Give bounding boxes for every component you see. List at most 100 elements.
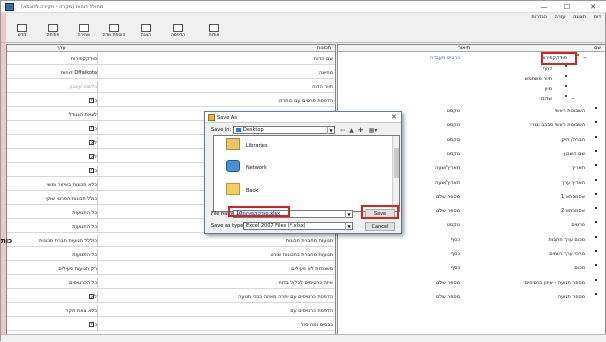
new-folder-icon[interactable]: ✚ xyxy=(357,127,364,134)
tree-field-label: תאריך xyxy=(571,165,585,172)
tree-node[interactable]: מיון xyxy=(492,84,552,94)
property-value[interactable]: כל התנועות xyxy=(9,210,97,216)
property-value[interactable]: כולל תכונות הפרטי שוקי xyxy=(9,196,97,202)
property-value[interactable]: כלשהו עשבון xyxy=(9,84,97,90)
dialog-cancel-button[interactable]: Cancel xyxy=(365,222,395,231)
menu-help[interactable]: עזרה xyxy=(555,13,566,22)
property-row[interactable]: כל הכרטיסים איזה כרטיסים לכלול בדוח xyxy=(7,277,335,289)
property-value[interactable]: לא xyxy=(9,154,97,160)
property-value[interactable]: לא xyxy=(9,140,97,146)
add-field-button[interactable]: הוספת שדה xyxy=(97,22,131,42)
tree-field[interactable]: השבונות ראשי סבבב ונגרי xyxy=(475,120,585,130)
scrollbar-thumb[interactable] xyxy=(394,148,399,178)
about-button[interactable]: אודות xyxy=(197,22,231,42)
save-button[interactable]: שמירה xyxy=(67,22,101,42)
property-row[interactable]: לא הדפסת כרטיסים עם יתרה מאיזה כבכי תנועה xyxy=(7,291,335,303)
tree-field[interactable]: סכום ערך חתבות xyxy=(475,235,585,245)
tree-field[interactable]: סכום xyxy=(475,263,585,273)
tree-node[interactable]: שדות xyxy=(492,94,552,104)
tree-field-label: מרכז ערך רווחים xyxy=(549,251,585,257)
property-key: שם הדוח xyxy=(313,56,333,62)
file-list-scrollbar[interactable] xyxy=(392,136,399,211)
property-row[interactable]: כן בבסיס ומח סזר xyxy=(7,319,335,331)
property-value[interactable]: לא xyxy=(9,294,97,300)
tree-field[interactable]: אסמכתא 2 xyxy=(475,206,585,216)
file-list[interactable]: Libraries Network Back xyxy=(213,135,400,212)
field-icon xyxy=(595,121,597,124)
maximize-button[interactable]: ☐ xyxy=(557,1,577,13)
tree-field[interactable]: תאריך xyxy=(475,163,585,173)
back-label: Back xyxy=(246,188,259,194)
properties-header: תכונות ערך xyxy=(7,45,335,52)
property-value[interactable]: כלא צאת תקר xyxy=(9,308,97,314)
property-row[interactable]: רק תנועות פעילים משנודות לא פעילים xyxy=(7,263,335,275)
tree-field[interactable]: תאריך ערך xyxy=(475,178,585,188)
tree-field-label: סכום xyxy=(574,265,585,272)
property-value[interactable]: כל התנועות xyxy=(9,224,97,230)
list-item-network[interactable]: Network xyxy=(226,160,306,178)
property-value[interactable]: כל הכרטיסים xyxy=(9,280,97,286)
tree-field[interactable]: שם השבון xyxy=(475,149,585,159)
minimize-button[interactable]: — xyxy=(534,1,554,13)
tree-field-label: אסמכתא 1 xyxy=(560,193,585,200)
property-row[interactable]: סודקקפירות שם הדוח xyxy=(7,53,335,65)
back-arrow-icon[interactable]: ⇦ xyxy=(339,127,346,134)
tree-field[interactable]: חברה/ תיק xyxy=(475,135,585,145)
folder-icon xyxy=(226,183,240,195)
tree-field-label: סכום ערך חתבות xyxy=(548,236,585,243)
toolbar: אודות הדפסה הצגה הוספת שדה שמירה פתיחה ח… xyxy=(1,22,606,43)
chevron-down-icon: ▼ xyxy=(345,211,352,218)
property-row[interactable]: כל התנועות תנועות מחברת בתכונות שורט xyxy=(7,249,335,261)
dialog-close-button[interactable]: ✕ xyxy=(391,113,397,121)
property-value[interactable]: כלא תכונות באיזור ומשי xyxy=(9,182,97,188)
up-folder-icon[interactable]: ▲ xyxy=(348,127,355,134)
save-in-label: Save in: xyxy=(211,127,232,133)
tree-field[interactable]: מספר תנועה - איזון כרטיסים xyxy=(475,278,585,288)
tree-field-label: אסמכתא 2 xyxy=(560,208,585,215)
property-value[interactable]: Offaikota דוחות xyxy=(9,70,97,76)
property-row[interactable]: כלא צאת תקר הדפסת כרטיסים עם xyxy=(7,305,335,317)
property-row[interactable]: כוללל תנועות חברת תכונות תנועות מחברת תכו… xyxy=(7,235,335,247)
close-button[interactable]: ✕ xyxy=(583,1,603,13)
save-type-select[interactable]: Excel 2007 Files (*.xlsx) ▼ xyxy=(243,222,353,230)
property-row[interactable]: Offaikota דוחות מחיצה xyxy=(7,67,335,79)
tree-field[interactable]: אסמכתא 1 xyxy=(475,192,585,202)
property-value[interactable]: כוללל תנועות חברת תכונות xyxy=(9,238,97,244)
preview-button[interactable]: הצגה xyxy=(129,22,163,42)
property-value[interactable]: כן xyxy=(9,98,97,104)
tree-field[interactable]: פרטים xyxy=(475,220,585,230)
menu-settings[interactable]: הגדרות xyxy=(531,13,547,22)
collapse-icon[interactable]: − xyxy=(583,55,587,61)
property-value[interactable]: כן xyxy=(9,168,97,174)
print-button[interactable]: הדפסה xyxy=(161,22,195,42)
new-label: חדש xyxy=(17,33,27,38)
property-value[interactable]: כן xyxy=(9,322,97,328)
menu-view[interactable]: תצוגה xyxy=(573,13,586,22)
list-item-back[interactable]: Back xyxy=(226,183,306,201)
property-row[interactable]: כלשהו עשבון תיור הדוח xyxy=(7,81,335,93)
tree-field[interactable]: מספר תנועה xyxy=(475,292,585,302)
property-value[interactable]: לצאת הגנודל xyxy=(9,112,97,118)
tree-node[interactable]: תיור משתמש xyxy=(492,74,552,84)
new-button[interactable]: חדש xyxy=(5,22,39,42)
property-value[interactable]: רק תנועות פעילים xyxy=(9,266,97,272)
dialog-title: Save As xyxy=(217,115,237,121)
save-in-combo[interactable]: Desktop ▼ xyxy=(233,126,335,134)
column-divider xyxy=(97,151,98,163)
tree-field[interactable]: השבונות ראשי xyxy=(475,106,585,116)
property-key: תיור הדוח xyxy=(312,84,333,90)
menu-report[interactable]: דוח xyxy=(594,13,601,22)
property-value[interactable]: כן xyxy=(9,126,97,132)
collapse-icon[interactable]: − xyxy=(571,96,575,102)
property-row[interactable]: כן הדפסת פרטים עם כותרת xyxy=(7,95,335,107)
tree-node[interactable]: דחף xyxy=(492,64,552,74)
tree-header-desc: תיאור xyxy=(458,45,470,51)
property-value[interactable]: סודקקפירות xyxy=(9,56,97,62)
tree-field-label: תאריך ערך xyxy=(561,179,585,186)
preview-icon xyxy=(141,24,151,32)
view-menu-icon[interactable]: ▦▾ xyxy=(367,127,379,134)
open-button[interactable]: פתיחה xyxy=(36,22,70,42)
property-value[interactable]: כל התנועות xyxy=(9,252,97,258)
list-item-libraries[interactable]: Libraries xyxy=(226,138,306,156)
tree-field[interactable]: מרכז ערך רווחים xyxy=(475,249,585,259)
